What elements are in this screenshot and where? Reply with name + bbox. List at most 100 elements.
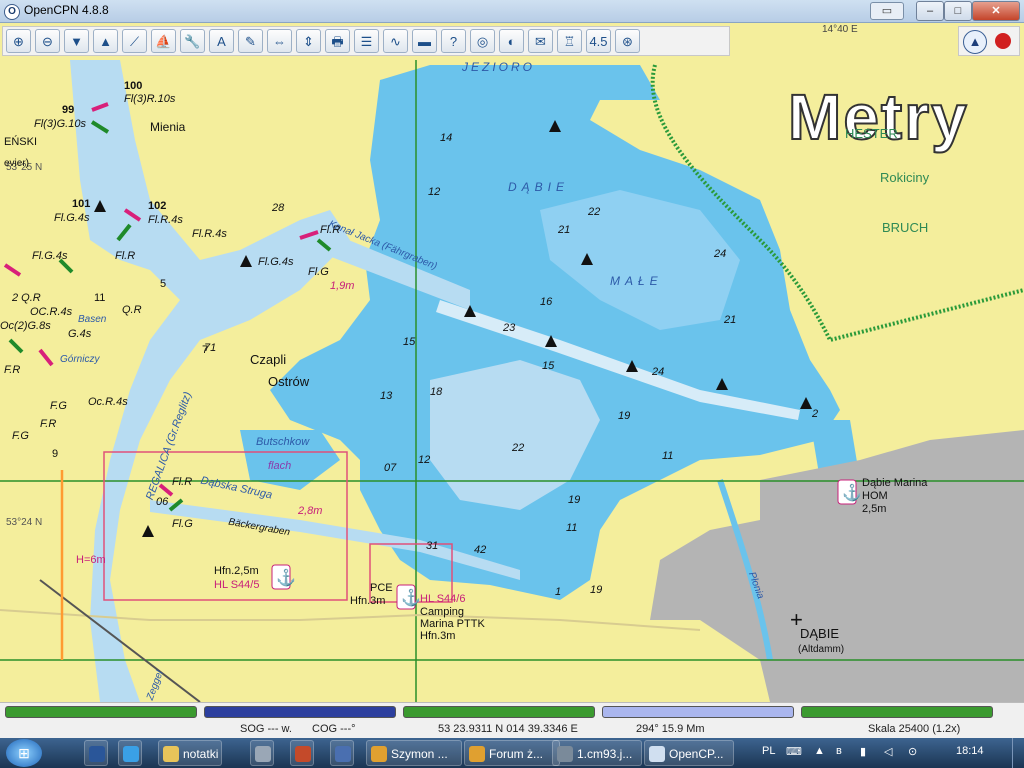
windows-taskbar: ⊞ notatki Szymon ... Forum ż... 1.cm93.j...… xyxy=(0,738,1024,768)
place-label: flach xyxy=(268,460,292,472)
light-label: OC.R.4s xyxy=(30,306,73,318)
print-button[interactable]: 🖶 xyxy=(325,29,350,53)
title-bar: O OpenCPN 4.8.8 ▭ – □ ✕ xyxy=(0,0,1024,23)
chrome-icon xyxy=(371,746,387,762)
zoom-in-button[interactable]: ⊕ xyxy=(6,29,31,53)
minimize-button[interactable]: – xyxy=(916,1,944,21)
taskbar-item[interactable] xyxy=(290,740,314,766)
light-label: F.G xyxy=(12,430,29,442)
auto-follow-button[interactable]: ⛵ xyxy=(151,29,176,53)
light-label: Fl.G.4s xyxy=(54,212,90,224)
calc-icon xyxy=(255,746,271,762)
taskbar-item[interactable]: notatki xyxy=(158,740,222,766)
help-button[interactable]: ? xyxy=(441,29,466,53)
marina-label: Hfn.3m xyxy=(420,630,456,642)
volume-icon[interactable]: ◁ xyxy=(884,745,892,758)
windows-start-icon[interactable]: ⊞ xyxy=(6,739,42,767)
lifebuoy-button[interactable]: ⊛ xyxy=(615,29,640,53)
light-label: Q.R xyxy=(122,304,142,316)
place-label: DĄBIE xyxy=(800,626,840,641)
globe-button[interactable]: ◐ xyxy=(499,29,524,53)
nautical-chart[interactable]: ⚓ ⚓ ⚓ + Metry 53°25 N 53°24 N Mienia JEZ… xyxy=(0,60,1024,702)
depth-sounding: 24 xyxy=(652,366,665,378)
marina-label: Dąbie Marina xyxy=(862,477,928,489)
ais-button[interactable]: ♖ xyxy=(557,29,582,53)
chrome-icon xyxy=(469,746,485,762)
track-button[interactable]: ∿ xyxy=(383,29,408,53)
text-button[interactable]: A xyxy=(209,29,234,53)
depth-sounding: 22 xyxy=(588,206,601,218)
light-label: Fl.R xyxy=(172,476,193,488)
place-label: Górniczy xyxy=(60,354,100,365)
scale-45-button[interactable]: 4.5 xyxy=(586,29,611,53)
status-bar-segment xyxy=(5,706,197,718)
settings-button[interactable]: 🔧 xyxy=(180,29,205,53)
keyboard-icon[interactable]: ⌨ xyxy=(786,745,802,758)
light-label: Fl(3)R.10s xyxy=(124,93,176,105)
light-label: 100 xyxy=(124,80,143,92)
place-label: evier) xyxy=(4,158,30,169)
clock[interactable]: 18:14 xyxy=(956,745,984,757)
bluetooth-icon[interactable]: ʙ xyxy=(836,745,842,757)
taskbar-item[interactable] xyxy=(118,740,142,766)
depth-sounding: 23 xyxy=(503,322,516,334)
compass-rose-icon[interactable]: ▲ xyxy=(963,30,987,54)
place-label: 2,8m xyxy=(298,505,323,517)
place-label: Czapli xyxy=(250,352,287,367)
route-manager-button[interactable]: ☰ xyxy=(354,29,379,53)
status-bar-segment xyxy=(602,706,794,718)
skype-icon[interactable]: ⊙ xyxy=(908,745,917,758)
place-label: Ostrów xyxy=(268,374,310,389)
chart-info-button[interactable]: ✉ xyxy=(528,29,553,53)
taskbar-item[interactable] xyxy=(330,740,354,766)
tray-arrow-icon[interactable]: ▲ xyxy=(814,745,825,757)
status-bar-segment xyxy=(801,706,993,718)
scale-readout: Skala 25400 (1.2x) xyxy=(868,723,961,735)
depth-sounding: 07 xyxy=(384,462,397,474)
compass-widget[interactable]: ▲ xyxy=(958,26,1020,56)
taskbar-item[interactable]: Szymon ... xyxy=(366,740,462,766)
create-route-button[interactable]: ⟋ xyxy=(122,29,147,53)
lights-button[interactable]: ✎ xyxy=(238,29,263,53)
layers-button[interactable]: ▬ xyxy=(412,29,437,53)
current-button[interactable]: ⇕ xyxy=(296,29,321,53)
taskbar-item[interactable]: OpenCP... xyxy=(644,740,734,766)
taskbar-item[interactable] xyxy=(84,740,108,766)
mob-button[interactable]: ◎ xyxy=(470,29,495,53)
network-icon[interactable]: ▮ xyxy=(860,745,866,758)
light-label: 11 xyxy=(94,292,106,304)
show-desktop-button[interactable] xyxy=(1012,738,1024,768)
depth-sounding: 06 xyxy=(156,496,169,508)
units-watermark: Metry xyxy=(787,80,969,154)
depth-sounding: 21 xyxy=(724,314,737,326)
place-label: BRUCH xyxy=(882,220,929,235)
light-label: Fl.G.4s xyxy=(32,250,68,262)
place-label: HESTER xyxy=(845,126,898,141)
zoom-out-button[interactable]: ⊖ xyxy=(35,29,60,53)
light-label: Oc.R.4s xyxy=(88,396,128,408)
light-label: 9 xyxy=(52,448,59,460)
marina-label: PCE xyxy=(370,582,393,594)
marina-label: HL S44/6 xyxy=(420,593,466,605)
depth-sounding: 11 xyxy=(566,522,578,534)
light-label: Fl.R.4s xyxy=(192,228,227,240)
taskbar-item[interactable]: Forum ż... xyxy=(464,740,560,766)
bearing-distance-readout: 294° 15.9 Mm xyxy=(636,723,705,735)
light-label: Fl.R.4s xyxy=(148,214,183,226)
maximize-button[interactable]: □ xyxy=(944,1,972,21)
depth-sounding: 22 xyxy=(512,442,525,454)
depth-sounding: 19 xyxy=(590,584,603,596)
opencpn-logo-icon: O xyxy=(4,4,20,20)
status-bar: SOG --- w. COG ---° 53 23.9311 N 014 39.… xyxy=(0,702,1024,739)
scale-out-button[interactable]: ▲ xyxy=(93,29,118,53)
taskbar-item[interactable] xyxy=(250,740,274,766)
marina-label: HOM xyxy=(862,490,888,502)
language-indicator[interactable]: PL xyxy=(762,745,775,757)
window-layout-icon[interactable]: ▭ xyxy=(870,2,904,20)
scale-in-button[interactable]: ▼ xyxy=(64,29,89,53)
depth-sounding: 13 xyxy=(380,390,393,402)
bridge-height-label: H=6m xyxy=(76,554,106,566)
taskbar-item[interactable]: 1.cm93.j... xyxy=(552,740,642,766)
close-button[interactable]: ✕ xyxy=(972,1,1020,21)
tides-button[interactable]: ⇔ xyxy=(267,29,292,53)
